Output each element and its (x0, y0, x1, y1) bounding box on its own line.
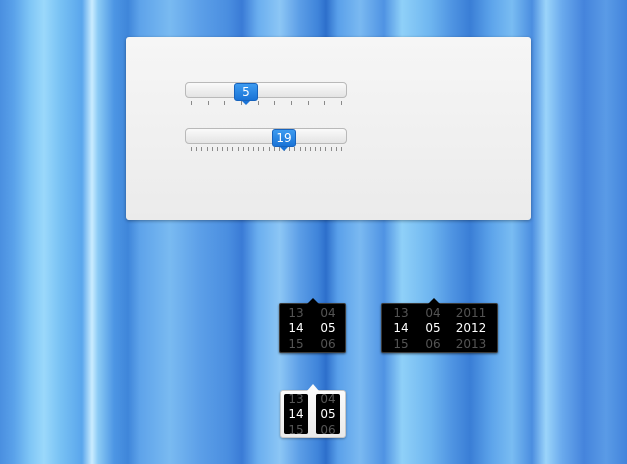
slider-tick (294, 147, 295, 151)
month-prev: 04 (425, 306, 441, 320)
slider-tick (305, 147, 306, 151)
month-current: 05 (425, 321, 441, 335)
slider-tick (331, 147, 332, 151)
slider-tick (212, 147, 213, 151)
slider-tick (336, 147, 337, 151)
slider-a-value: 5 (242, 85, 250, 99)
year-wheel[interactable]: 2011 2012 2013 (452, 304, 490, 352)
slider-tick (269, 147, 270, 151)
day-wheel[interactable]: 13 14 15 (284, 394, 308, 434)
slider-tick (253, 147, 254, 151)
slider-tick (324, 101, 325, 105)
slider-tick (222, 147, 223, 151)
slider-tick (191, 147, 192, 151)
month-wheel[interactable]: 04 05 06 (420, 304, 446, 352)
slider-a-ticks (191, 101, 347, 106)
day-next: 15 (288, 423, 304, 434)
slider-tick (341, 101, 342, 105)
year-next: 2013 (455, 337, 487, 351)
slider-tick (224, 101, 225, 105)
slider-tick (300, 147, 301, 151)
slider-tick (315, 147, 316, 151)
month-next: 06 (425, 337, 441, 351)
settings-panel: 5 19 (126, 37, 531, 220)
slider-tick (320, 147, 321, 151)
slider-tick (341, 147, 342, 151)
slider-b-value: 19 (276, 131, 292, 145)
slider-tick (274, 147, 275, 151)
day-next: 15 (288, 337, 304, 351)
slider-a-track[interactable] (185, 82, 347, 98)
slider-a-thumb[interactable]: 5 (234, 83, 258, 105)
day-next: 15 (393, 337, 409, 351)
day-month-picker[interactable]: 13 14 15 04 05 06 (279, 298, 346, 353)
year-prev: 2011 (455, 306, 487, 320)
month-next: 06 (320, 337, 336, 351)
day-wheel[interactable]: 13 14 15 (388, 304, 414, 352)
slider-tick (238, 147, 239, 151)
slider-tick (258, 101, 259, 105)
month-current: 05 (320, 407, 336, 421)
slider-b-thumb[interactable]: 19 (272, 129, 296, 151)
slider-tick (196, 147, 197, 151)
date-picker[interactable]: 13 14 15 04 05 06 2011 2012 2013 (381, 298, 498, 353)
slider-tick (258, 147, 259, 151)
slider-tick (232, 147, 233, 151)
slider-tick (243, 147, 244, 151)
compact-day-month-picker[interactable]: 13 14 15 04 05 06 (280, 384, 346, 438)
slider-b-track[interactable] (185, 128, 347, 144)
month-current: 05 (320, 321, 336, 335)
slider-tick (325, 147, 326, 151)
slider-tick (227, 147, 228, 151)
month-wheel[interactable]: 04 05 06 (315, 304, 341, 352)
slider-tick (207, 147, 208, 151)
slider-tick (291, 101, 292, 105)
slider-tick (310, 147, 311, 151)
day-current: 14 (288, 321, 304, 335)
slider-tick (201, 147, 202, 151)
month-wheel[interactable]: 04 05 06 (316, 394, 340, 434)
slider-tick (217, 147, 218, 151)
slider-tick (308, 101, 309, 105)
slider-tick (289, 147, 290, 151)
slider-tick (248, 147, 249, 151)
slider-tick (274, 101, 275, 105)
slider-tick (263, 147, 264, 151)
month-prev: 04 (320, 394, 336, 406)
day-wheel[interactable]: 13 14 15 (284, 304, 308, 352)
day-prev: 13 (288, 306, 304, 320)
day-prev: 13 (288, 394, 304, 406)
day-prev: 13 (393, 306, 409, 320)
day-current: 14 (393, 321, 409, 335)
slider-tick (208, 101, 209, 105)
day-current: 14 (288, 407, 304, 421)
month-prev: 04 (320, 306, 336, 320)
slider-tick (191, 101, 192, 105)
slider-b-ticks (191, 147, 347, 152)
month-next: 06 (320, 423, 336, 434)
year-current: 2012 (455, 321, 487, 335)
